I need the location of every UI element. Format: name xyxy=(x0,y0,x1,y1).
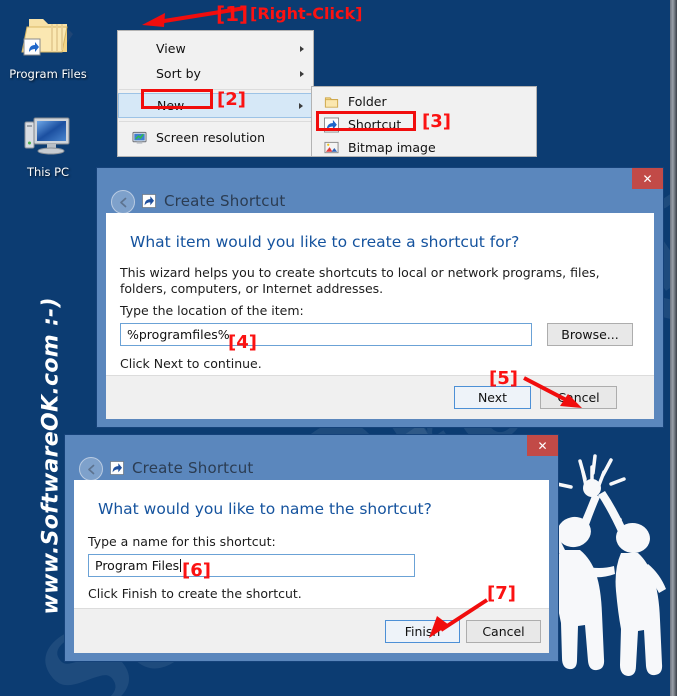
context-menu-item-screen-resolution[interactable]: Screen resolution xyxy=(118,125,313,150)
shortcut-icon xyxy=(142,194,156,208)
dialog1-hint: Click Next to continue. xyxy=(120,356,262,371)
cancel-button[interactable]: Cancel xyxy=(540,386,617,409)
context-menu-item-label: Screen resolution xyxy=(156,130,266,145)
annotation-box-new xyxy=(141,89,213,109)
context-menu-item-sort-by[interactable]: Sort by xyxy=(118,61,313,86)
dialog1-description: This wizard helps you to create shortcut… xyxy=(120,265,600,296)
cancel-button[interactable]: Cancel xyxy=(466,620,541,643)
location-input-value: %programfiles% xyxy=(127,327,230,342)
text-caret xyxy=(180,559,182,572)
back-button[interactable] xyxy=(111,190,135,214)
dialog1-footer: Next Cancel xyxy=(106,375,654,419)
dialog2-body: What would you like to name the shortcut… xyxy=(74,480,549,653)
submenu-item-folder[interactable]: Folder xyxy=(312,90,536,113)
bitmap-icon xyxy=(324,141,339,153)
desktop-icon-label: This PC xyxy=(26,165,70,179)
watermark-site-vertical: www.SoftwareOK.com :-) xyxy=(38,297,64,615)
annotation-label-3: [3] xyxy=(422,111,451,132)
desktop-icon-label: Program Files xyxy=(9,67,87,81)
dialog2-heading: What would you like to name the shortcut… xyxy=(98,500,432,518)
dialog2-title: Create Shortcut xyxy=(132,459,254,477)
dialog1-field-label: Type the location of the item: xyxy=(120,303,304,318)
context-menu-separator xyxy=(119,121,312,122)
shortcut-icon xyxy=(110,461,124,475)
browse-button[interactable]: Browse... xyxy=(547,323,633,346)
dialog1-heading: What item would you like to create a sho… xyxy=(130,233,520,251)
annotation-label-2: [2] xyxy=(217,89,246,110)
submenu-item-label: Folder xyxy=(348,94,387,109)
context-menu-item-personalize[interactable]: Personalize xyxy=(118,150,313,157)
desktop-icon-this-pc[interactable]: This PC xyxy=(2,110,94,179)
annotation-label-6: [6] xyxy=(182,560,211,581)
close-button[interactable]: ✕ xyxy=(527,435,558,456)
screenshot-root: SoftwareOK.com SoftwareOK.com www.Softwa… xyxy=(0,0,677,696)
dialog1-title: Create Shortcut xyxy=(164,192,286,210)
location-input[interactable]: %programfiles% xyxy=(120,323,532,346)
dialog2-footer: Finish Cancel xyxy=(74,608,549,653)
context-menu-item-label: View xyxy=(156,41,186,56)
next-button[interactable]: Next xyxy=(454,386,531,409)
annotation-label-4: [4] xyxy=(228,332,257,353)
context-menu-item-view[interactable]: View xyxy=(118,36,313,61)
create-shortcut-dialog-step2[interactable]: ✕ Create Shortcut What would you like to… xyxy=(64,434,559,662)
personalize-icon xyxy=(132,155,147,157)
desktop-icon-program-files[interactable]: Program Files xyxy=(2,12,94,81)
finish-button[interactable]: Finish xyxy=(385,620,460,643)
chevron-right-icon xyxy=(300,70,304,77)
shortcut-name-input-value: Program Files xyxy=(95,558,180,573)
celebration-silhouette-icon xyxy=(554,454,666,676)
submenu-item-bitmap-image[interactable]: Bitmap image xyxy=(312,136,536,156)
display-icon xyxy=(132,131,147,144)
chevron-right-icon xyxy=(300,45,304,52)
context-menu-item-label: Personalize xyxy=(156,155,227,156)
arrow-left-icon xyxy=(119,197,126,207)
window-edge-shadow xyxy=(670,0,677,696)
folder-shortcut-icon xyxy=(21,19,73,56)
arrow-left-icon xyxy=(87,464,94,474)
dialog2-hint: Click Finish to create the shortcut. xyxy=(88,586,302,601)
annotation-label-1: [1] xyxy=(216,2,249,26)
annotation-box-shortcut xyxy=(316,111,416,131)
chevron-right-icon xyxy=(299,102,303,109)
shortcut-name-input[interactable]: Program Files xyxy=(88,554,415,577)
close-button[interactable]: ✕ xyxy=(632,168,663,189)
folder-icon xyxy=(324,96,339,108)
submenu-item-label: Bitmap image xyxy=(348,140,436,155)
computer-icon xyxy=(24,117,70,155)
dialog2-field-label: Type a name for this shortcut: xyxy=(88,534,276,549)
context-menu-item-label: Sort by xyxy=(156,66,201,81)
dialog2-titlebar: ✕ Create Shortcut xyxy=(65,435,558,481)
annotation-note-right-click: [Right-Click] xyxy=(250,4,363,23)
annotation-label-7: [7] xyxy=(487,583,516,604)
dialog1-titlebar: ✕ Create Shortcut xyxy=(97,168,663,214)
annotation-label-5: [5] xyxy=(489,368,518,389)
dialog1-body: What item would you like to create a sho… xyxy=(106,213,654,419)
create-shortcut-dialog-step1[interactable]: ✕ Create Shortcut What item would you li… xyxy=(96,167,664,428)
back-button[interactable] xyxy=(79,457,103,481)
